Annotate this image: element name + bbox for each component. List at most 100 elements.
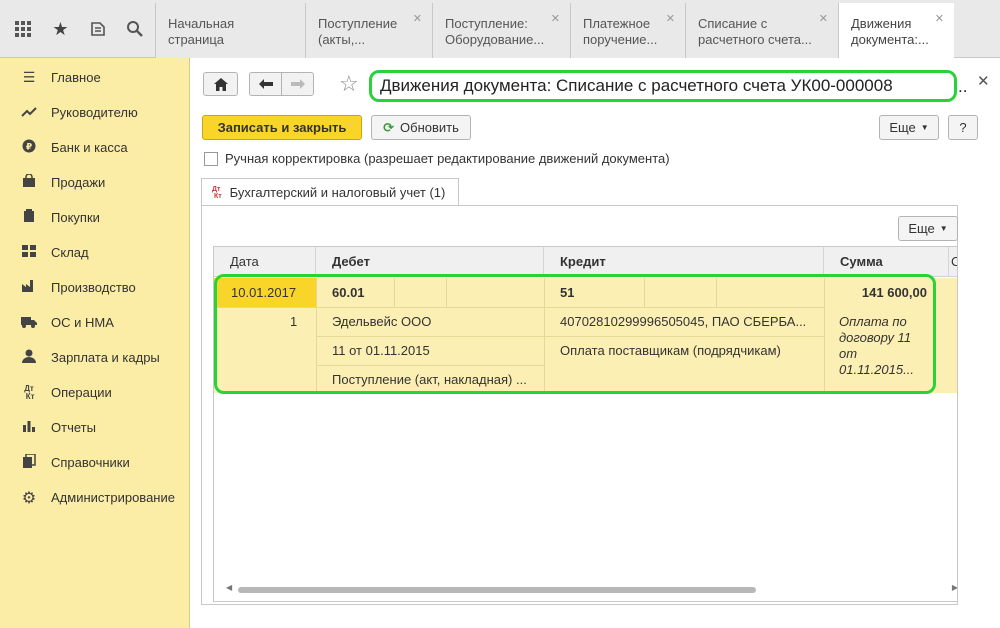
tab-home[interactable]: Начальная страница — [155, 3, 305, 58]
column-sum[interactable]: Сумма — [824, 247, 949, 277]
sidebar: ☰ Главное Руководителю ₽ Банк и касса Пр… — [0, 58, 190, 628]
sidebar-item-purchases[interactable]: Покупки — [0, 200, 190, 235]
sidebar-item-label: Администрирование — [51, 490, 175, 505]
document-form: ☆ Движения документа: Списание с расчетн… — [191, 58, 1000, 628]
factory-icon — [21, 279, 37, 296]
sidebar-item-label: Производство — [51, 280, 136, 295]
close-icon[interactable]: ✕ — [977, 72, 990, 90]
refresh-icon: ⟳ — [383, 119, 395, 135]
sidebar-item-label: Продажи — [51, 175, 106, 190]
column-debit[interactable]: Дебет — [316, 247, 544, 277]
horizontal-scrollbar[interactable]: ◀ ▶ — [226, 583, 957, 595]
close-icon[interactable]: ✕ — [551, 11, 560, 27]
close-icon[interactable]: ✕ — [413, 11, 422, 27]
tab-label: Движения документа:... — [851, 16, 929, 47]
page-title: Движения документа: Списание с расчетног… — [369, 70, 957, 102]
dt-kt-icon: Дт Кт — [212, 185, 222, 200]
tab-receipt-acts[interactable]: Поступление (акты,... ✕ — [305, 3, 432, 58]
tab-label: Списание с расчетного счета... — [698, 16, 812, 47]
sidebar-item-label: Главное — [51, 70, 101, 85]
search-icon[interactable] — [116, 0, 153, 58]
warehouse-icon — [21, 244, 37, 261]
sidebar-item-fixed-assets[interactable]: ОС и НМА — [0, 305, 190, 340]
highlight-frame — [214, 274, 936, 394]
tab-label: Поступление (акты,... — [318, 16, 398, 47]
close-icon[interactable]: ✕ — [819, 11, 828, 27]
scrollbar-thumb[interactable] — [238, 587, 756, 593]
gear-icon: ⚙ — [21, 489, 37, 507]
sidebar-item-bank[interactable]: ₽ Банк и касса — [0, 130, 190, 165]
tab-receipt-equipment[interactable]: Поступление: Оборудование... ✕ — [432, 3, 570, 58]
favorites-star-icon[interactable]: ★ — [42, 0, 79, 58]
scroll-left-icon[interactable]: ◀ — [226, 583, 232, 592]
tab-bank-write-off[interactable]: Списание с расчетного счета... ✕ — [685, 3, 838, 58]
tab-label: Платежное поручение... — [583, 16, 658, 47]
manual-edit-checkbox[interactable] — [204, 151, 218, 166]
tab-label: Бухгалтерский и налоговый учет (1) — [229, 185, 446, 200]
svg-text:₽: ₽ — [26, 143, 32, 153]
refresh-button[interactable]: ⟳ Обновить — [371, 115, 471, 140]
column-date[interactable]: Дата — [214, 247, 316, 277]
help-button[interactable]: ? — [948, 115, 978, 140]
tab-label: Поступление: Оборудование... — [445, 16, 545, 47]
top-bar: ★ Начальная страница Поступление (акты,.… — [0, 0, 1000, 59]
person-icon — [21, 349, 37, 366]
sidebar-item-label: Руководителю — [51, 105, 138, 120]
cart-icon — [21, 209, 37, 226]
sidebar-item-label: ОС и НМА — [51, 315, 114, 330]
tab-accounting[interactable]: Дт Кт Бухгалтерский и налоговый учет (1) — [201, 178, 459, 206]
column-credit[interactable]: Кредит — [544, 247, 824, 277]
back-button[interactable] — [249, 72, 282, 96]
bar-chart-icon — [21, 419, 37, 436]
sidebar-item-label: Банк и касса — [51, 140, 128, 155]
grid-more-button[interactable]: Еще ▼ — [898, 216, 958, 241]
forward-button[interactable] — [281, 72, 314, 96]
books-icon — [21, 453, 37, 471]
sidebar-item-sales[interactable]: Продажи — [0, 165, 190, 200]
refresh-label: Обновить — [400, 120, 459, 135]
manual-edit-row: Ручная корректировка (разрешает редактир… — [204, 151, 670, 166]
close-icon[interactable]: ✕ — [666, 11, 675, 27]
save-and-close-button[interactable]: Записать и закрыть — [202, 115, 362, 140]
favorite-star-icon[interactable]: ☆ — [339, 71, 359, 97]
sidebar-item-manager[interactable]: Руководителю — [0, 95, 190, 130]
shopping-bag-icon — [21, 173, 37, 191]
home-button[interactable] — [203, 72, 238, 96]
sidebar-item-label: Отчеты — [51, 420, 96, 435]
column-extra[interactable]: С — [949, 247, 957, 277]
close-icon[interactable]: ✕ — [935, 11, 944, 27]
table-header: Дата Дебет Кредит Сумма С — [214, 247, 957, 277]
sidebar-item-label: Операции — [51, 385, 112, 400]
sidebar-item-label: Покупки — [51, 210, 100, 225]
title-overflow: .. — [958, 77, 968, 96]
dropdown-arrow-icon: ▼ — [939, 224, 948, 233]
menu-lines-icon: ☰ — [22, 69, 36, 85]
scroll-right-icon[interactable]: ▶ — [952, 583, 957, 592]
more-label: Еще — [889, 120, 916, 135]
tab-payment-order[interactable]: Платежное поручение... ✕ — [570, 3, 685, 58]
sidebar-item-salary[interactable]: Зарплата и кадры — [0, 340, 190, 375]
accounting-panel: Еще ▼ Дата Дебет Кредит Сумма С — [201, 205, 958, 605]
more-button[interactable]: Еще ▼ — [879, 115, 939, 140]
sidebar-item-warehouse[interactable]: Склад — [0, 235, 190, 270]
sidebar-item-label: Зарплата и кадры — [51, 350, 160, 365]
sidebar-item-references[interactable]: Справочники — [0, 445, 190, 480]
ruble-coin-icon: ₽ — [21, 139, 37, 156]
trend-chart-icon — [21, 105, 37, 121]
sidebar-item-label: Склад — [51, 245, 89, 260]
more-label: Еще — [908, 221, 935, 236]
manual-edit-label: Ручная корректировка (разрешает редактир… — [225, 151, 670, 166]
truck-icon — [21, 315, 37, 331]
sidebar-item-main[interactable]: ☰ Главное — [0, 60, 190, 95]
sidebar-item-label: Справочники — [51, 455, 130, 470]
sidebar-item-reports[interactable]: Отчеты — [0, 410, 190, 445]
tab-document-movements[interactable]: Движения документа:... ✕ — [838, 3, 954, 59]
sidebar-item-administration[interactable]: ⚙ Администрирование — [0, 480, 190, 515]
history-icon[interactable] — [79, 0, 116, 58]
movements-table: Дата Дебет Кредит Сумма С — [213, 246, 958, 602]
sidebar-item-operations[interactable]: Дт Кт Операции — [0, 375, 190, 410]
dropdown-arrow-icon: ▼ — [920, 123, 929, 132]
apps-grid-icon[interactable] — [4, 0, 41, 58]
sidebar-item-production[interactable]: Производство — [0, 270, 190, 305]
tab-label: Начальная страница — [168, 16, 235, 47]
